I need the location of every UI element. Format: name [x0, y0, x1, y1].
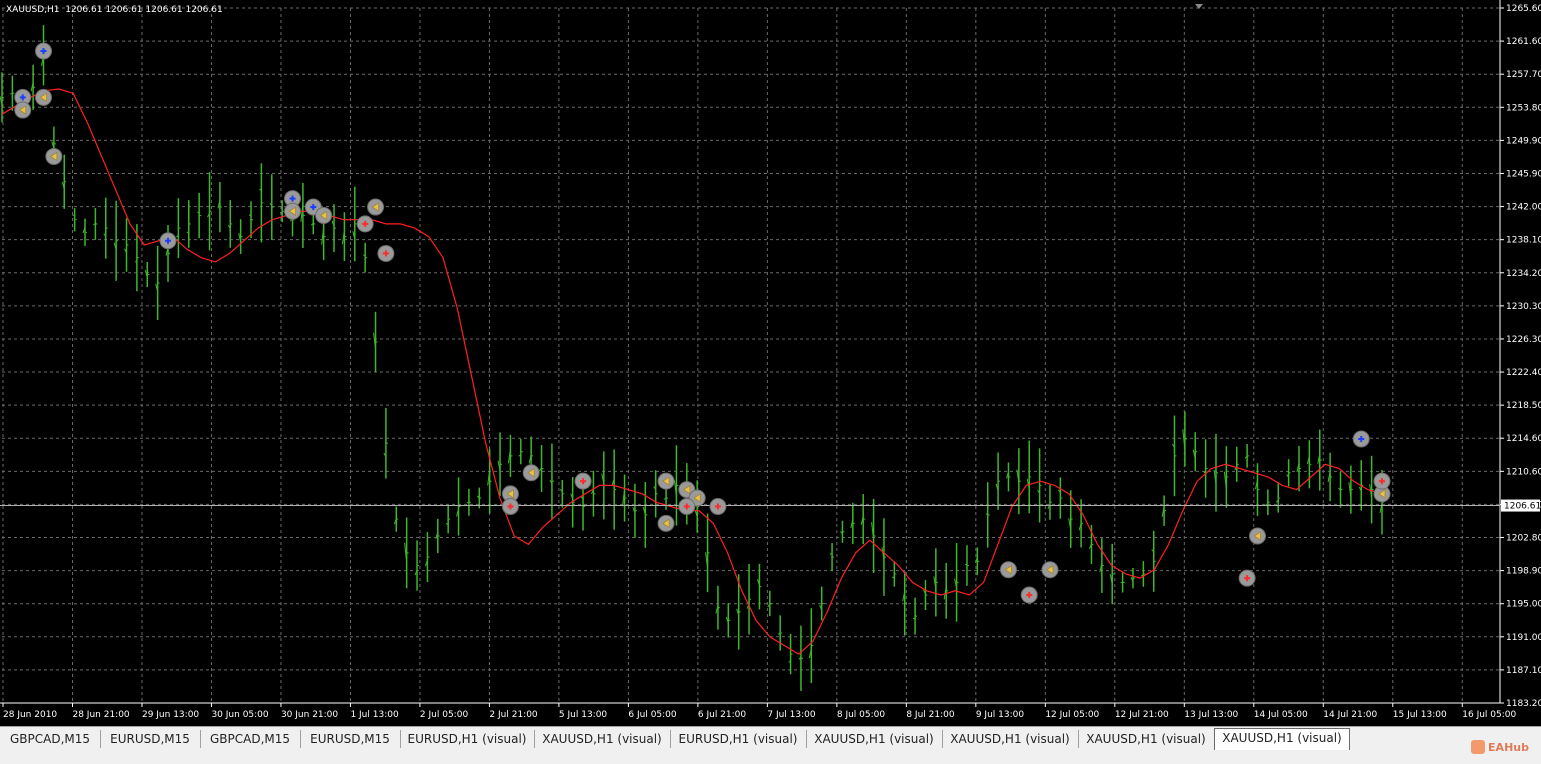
- buy-cross-icon: [292, 196, 294, 202]
- time-axis-label: 8 Jul 21:00: [906, 710, 955, 720]
- price-axis-label: 1187.10: [1506, 666, 1541, 676]
- sell-cross-icon: [582, 478, 584, 484]
- chart-quote: 1206.61 1206.61 1206.61 1206.61: [65, 5, 222, 15]
- price-axis-label: 1218.50: [1506, 401, 1541, 411]
- time-axis-label: 14 Jul 21:00: [1323, 710, 1377, 720]
- time-axis-label: 30 Jun 21:00: [281, 710, 338, 720]
- chart-tab[interactable]: XAUUSD,H1 (visual): [1214, 728, 1350, 750]
- chart-tab[interactable]: EURUSD,H1 (visual): [400, 730, 535, 748]
- buy-cross-icon: [1360, 436, 1362, 442]
- price-axis-label: 1191.00: [1506, 633, 1541, 643]
- chart-tab[interactable]: XAUUSD,H1 (visual): [534, 730, 671, 748]
- bar-open-tick: [197, 212, 199, 213]
- chart-area[interactable]: 1265.60 1261.60 1257.70 1253.80 1249.90 1245.…: [0, 0, 1541, 726]
- time-axis-label: 12 Jul 21:00: [1115, 710, 1169, 720]
- time-axis-label: 2 Jul 21:00: [489, 710, 538, 720]
- price-axis-label: 1198.90: [1506, 567, 1541, 577]
- price-axis-label: 1238.10: [1506, 236, 1541, 246]
- chart-tab[interactable]: GBPCAD,M15: [0, 730, 101, 748]
- time-axis-label: 28 Jun 2010: [3, 710, 57, 720]
- chart-tab-bar: GBPCAD,M15EURUSD,M15GBPCAD,M15EURUSD,M15…: [0, 726, 1541, 764]
- eahub-logo-icon: [1471, 740, 1485, 754]
- price-axis-label: 1202.80: [1506, 534, 1541, 544]
- time-axis-label: 12 Jul 05:00: [1045, 710, 1099, 720]
- price-axis-label: 1245.90: [1506, 169, 1541, 179]
- time-axis-label: 30 Jun 05:00: [211, 710, 268, 720]
- price-axis-label: 1222.40: [1506, 368, 1541, 378]
- buy-cross-icon: [22, 94, 24, 100]
- sell-cross-icon: [1381, 478, 1383, 484]
- buy-cross-icon: [43, 48, 45, 54]
- price-axis-label: 1183.20: [1506, 699, 1541, 709]
- time-axis-label: 1 Jul 13:00: [350, 710, 399, 720]
- bar-open-tick: [789, 661, 791, 662]
- time-axis-label: 8 Jul 05:00: [837, 710, 886, 720]
- price-axis-label: 1242.00: [1506, 203, 1541, 213]
- chart-symbol: XAUUSD,H1: [6, 5, 60, 15]
- time-axis-label: 6 Jul 21:00: [698, 710, 747, 720]
- sell-cross-icon: [1028, 592, 1030, 598]
- chart-tab[interactable]: XAUUSD,H1 (visual): [942, 730, 1079, 748]
- time-axis-label: 16 Jul 05:00: [1462, 710, 1516, 720]
- time-axis-label: 15 Jul 13:00: [1393, 710, 1447, 720]
- chart-tab[interactable]: EURUSD,H1 (visual): [670, 730, 807, 748]
- price-axis-label: 1257.70: [1506, 70, 1541, 80]
- price-axis-label: 1265.60: [1506, 4, 1541, 14]
- sell-cross-icon: [1246, 575, 1248, 581]
- price-axis-label: 1234.20: [1506, 269, 1541, 279]
- price-axis-label: 1210.60: [1506, 467, 1541, 477]
- chart-header: XAUUSD,H1 1206.61 1206.61 1206.61 1206.6…: [6, 5, 223, 15]
- buy-cross-icon: [167, 238, 169, 244]
- buy-cross-icon: [312, 204, 314, 210]
- sell-cross-icon: [686, 503, 688, 509]
- time-axis-label: 28 Jun 21:00: [72, 710, 129, 720]
- current-price-label: 1206.61: [1504, 502, 1541, 512]
- watermark: EAHub: [1471, 740, 1529, 754]
- price-chart[interactable]: 1265.60 1261.60 1257.70 1253.80 1249.90 1245.…: [0, 0, 1541, 726]
- time-axis-label: 7 Jul 13:00: [767, 710, 816, 720]
- bar-open-tick: [467, 503, 469, 504]
- chart-tab[interactable]: XAUUSD,H1 (visual): [806, 730, 943, 748]
- chart-tab[interactable]: EURUSD,M15: [300, 730, 401, 748]
- price-axis-label: 1249.90: [1506, 136, 1541, 146]
- time-axis-label: 14 Jul 05:00: [1254, 710, 1308, 720]
- sell-cross-icon: [385, 250, 387, 256]
- time-axis-label: 9 Jul 13:00: [976, 710, 1025, 720]
- time-axis-label: 13 Jul 13:00: [1184, 710, 1238, 720]
- sell-cross-icon: [364, 221, 366, 227]
- price-axis-label: 1195.00: [1506, 600, 1541, 610]
- time-axis-label: 2 Jul 05:00: [420, 710, 469, 720]
- sell-cross-icon: [717, 503, 719, 509]
- price-axis-label: 1230.30: [1506, 302, 1541, 312]
- price-axis-label: 1226.30: [1506, 335, 1541, 345]
- price-axis-label: 1253.80: [1506, 103, 1541, 113]
- time-axis-label: 6 Jul 05:00: [628, 710, 677, 720]
- time-axis-label: 5 Jul 13:00: [559, 710, 608, 720]
- sell-cross-icon: [509, 503, 511, 509]
- chart-tab[interactable]: XAUUSD,H1 (visual): [1078, 730, 1215, 748]
- chart-tab[interactable]: EURUSD,M15: [100, 730, 201, 748]
- watermark-text: EAHub: [1488, 741, 1529, 754]
- time-axis-label: 29 Jun 13:00: [142, 710, 199, 720]
- price-axis-label: 1214.60: [1506, 434, 1541, 444]
- price-axis-label: 1261.60: [1506, 37, 1541, 47]
- chart-tab[interactable]: GBPCAD,M15: [200, 730, 301, 748]
